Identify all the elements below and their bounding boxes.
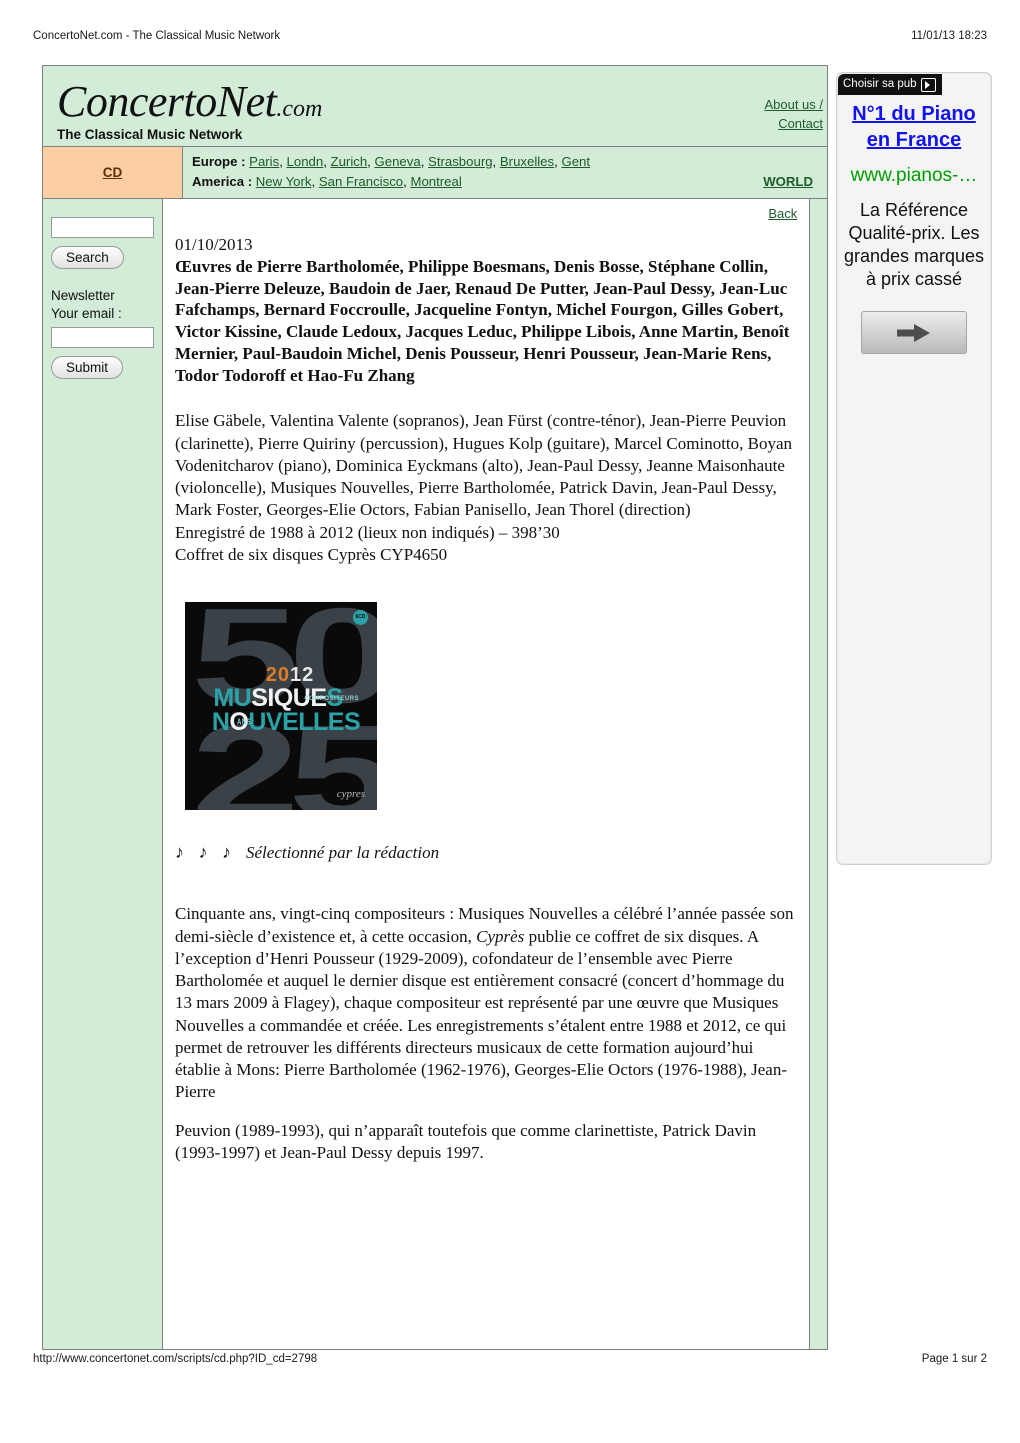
nav-europe-group: Europe : Paris, Londn, Zurich, Geneva, S… bbox=[192, 152, 590, 172]
right-rail bbox=[810, 198, 827, 1349]
europe-city-link[interactable]: Zurich bbox=[331, 154, 368, 169]
email-input-wrap bbox=[51, 327, 154, 349]
performers-credits: Elise Gäbele, Valentina Valente (soprano… bbox=[175, 411, 793, 564]
logo-wordmark: ConcertoNet.com bbox=[57, 80, 705, 124]
search-input[interactable] bbox=[51, 216, 154, 238]
choose-ad-tab[interactable]: Choisir sa pub bbox=[838, 74, 942, 95]
nav-europe-row: Europe : Paris, Londn, Zurich, Geneva, S… bbox=[192, 152, 819, 172]
europe-city-link[interactable]: Gent bbox=[561, 154, 590, 169]
ad-title-link[interactable]: N°1 du Piano en France bbox=[837, 101, 991, 153]
sidebar: Search Newsletter Your email : Submit bbox=[43, 198, 163, 1349]
print-footer-url: http://www.concertonet.com/scripts/cd.ph… bbox=[33, 1353, 318, 1365]
cover-line2: NOUVELLES bbox=[211, 708, 361, 737]
ad-description: La Référence Qualité-prix. Les grandes m… bbox=[843, 200, 985, 290]
back-link-row: Back bbox=[175, 205, 799, 223]
nav-world-link[interactable]: WORLD bbox=[763, 174, 813, 189]
main-content: Back 01/10/2013 Œuvres de Pierre Barthol… bbox=[163, 198, 811, 1349]
nav-america-group: America : New York, San Francisco, Montr… bbox=[192, 172, 462, 192]
site-header: ConcertoNet.com The Classical Music Netw… bbox=[43, 66, 827, 147]
logo-tld: .com bbox=[276, 96, 323, 122]
nav-cd-link[interactable]: CD bbox=[103, 165, 123, 180]
editorial-selection-badge: ♪ ♪ ♪ Sélectionné par la rédaction bbox=[175, 842, 799, 863]
site-logo[interactable]: ConcertoNet.com The Classical Music Netw… bbox=[43, 66, 705, 146]
europe-city-link[interactable]: Paris bbox=[249, 154, 279, 169]
europe-city-link[interactable]: Bruxelles bbox=[500, 154, 554, 169]
album-cover-image[interactable]: 50 25 6CD 2012 MUSIQUES NOUVELLES COMPOS… bbox=[185, 602, 377, 811]
music-note-icon: ♪ ♪ ♪ bbox=[175, 842, 236, 863]
arrow-right-icon bbox=[897, 323, 930, 342]
america-city-link[interactable]: Montreal bbox=[410, 174, 461, 189]
site-body: Search Newsletter Your email : Submit Ba… bbox=[43, 198, 827, 1349]
review-body: Cinquante ans, vingt-cinq compositeurs :… bbox=[175, 903, 799, 1164]
submit-button[interactable]: Submit bbox=[51, 356, 124, 380]
review-p1-part-b: publie ce coffret de six disques. A l’ex… bbox=[175, 926, 787, 1102]
page-title: Œuvres de Pierre Bartholomée, Philippe B… bbox=[175, 256, 790, 385]
nav-cd-cell[interactable]: CD bbox=[43, 147, 183, 198]
email-field[interactable] bbox=[51, 327, 154, 349]
nav-america-links: New York, San Francisco, Montreal bbox=[255, 174, 462, 190]
about-us-link[interactable]: About us / bbox=[764, 97, 823, 112]
ad-display-url: www.pianos-… bbox=[850, 165, 978, 186]
review-paragraph-2: Peuvion (1989-1993), qui n’apparaît tout… bbox=[175, 1120, 757, 1162]
review-paragraph-1: Cinquante ans, vingt-cinq compositeurs :… bbox=[175, 903, 799, 1103]
print-header: ConcertoNet.com - The Classical Music Ne… bbox=[33, 30, 987, 42]
cover-small-right: COMPOSITEURS bbox=[304, 696, 359, 703]
print-header-timestamp: 11/01/13 18:23 bbox=[911, 30, 987, 42]
nav-america-row: America : New York, San Francisco, Montr… bbox=[192, 172, 819, 192]
selection-label: Sélectionné par la rédaction bbox=[246, 843, 440, 863]
site-page-frame: ConcertoNet.com The Classical Music Netw… bbox=[42, 65, 828, 1350]
europe-city-link[interactable]: Strasbourg bbox=[428, 154, 493, 169]
america-city-link[interactable]: San Francisco bbox=[319, 174, 403, 189]
nav-world[interactable]: WORLD bbox=[763, 172, 819, 192]
about-contact-block: About us / Contact bbox=[705, 66, 827, 146]
nav-europe-label: Europe : bbox=[192, 154, 246, 169]
site-nav: CD Europe : Paris, Londn, Zurich, Geneva… bbox=[43, 147, 827, 199]
email-label: Your email : bbox=[51, 306, 122, 322]
album-cover-wrap: 50 25 6CD 2012 MUSIQUES NOUVELLES COMPOS… bbox=[175, 602, 799, 811]
print-header-title: ConcertoNet.com - The Classical Music Ne… bbox=[33, 30, 281, 42]
logo-name: ConcertoNet bbox=[57, 77, 277, 126]
play-icon bbox=[920, 77, 936, 92]
cover-label-logo: cypres bbox=[336, 788, 365, 801]
newsletter-block: Newsletter Your email : bbox=[51, 287, 154, 323]
nav-america-label: America : bbox=[192, 174, 253, 190]
site-tagline: The Classical Music Network bbox=[57, 127, 243, 142]
nav-cities: Europe : Paris, Londn, Zurich, Geneva, S… bbox=[183, 147, 827, 198]
search-button[interactable]: Search bbox=[51, 245, 124, 269]
america-city-link[interactable]: New York bbox=[256, 174, 312, 189]
europe-city-link[interactable]: Londn bbox=[287, 154, 324, 169]
nav-europe-links: Paris, Londn, Zurich, Geneva, Strasbourg… bbox=[249, 154, 591, 169]
review-p1-label-name: Cyprès bbox=[476, 926, 525, 946]
print-footer-page: Page 1 sur 2 bbox=[921, 1353, 987, 1365]
contact-link[interactable]: Contact bbox=[778, 116, 823, 131]
review-date: 01/10/2013 bbox=[175, 234, 253, 254]
choose-ad-label: Choisir sa pub bbox=[843, 78, 917, 90]
cover-small-left: ANS bbox=[237, 719, 252, 728]
newsletter-label: Newsletter bbox=[51, 287, 115, 303]
print-footer: http://www.concertonet.com/scripts/cd.ph… bbox=[33, 1353, 987, 1365]
back-link[interactable]: Back bbox=[768, 206, 797, 221]
europe-city-link[interactable]: Geneva bbox=[375, 154, 421, 169]
ad-cta-button[interactable] bbox=[861, 311, 967, 355]
advertisement-panel[interactable]: Choisir sa pub N°1 du Piano en France ww… bbox=[836, 72, 992, 865]
